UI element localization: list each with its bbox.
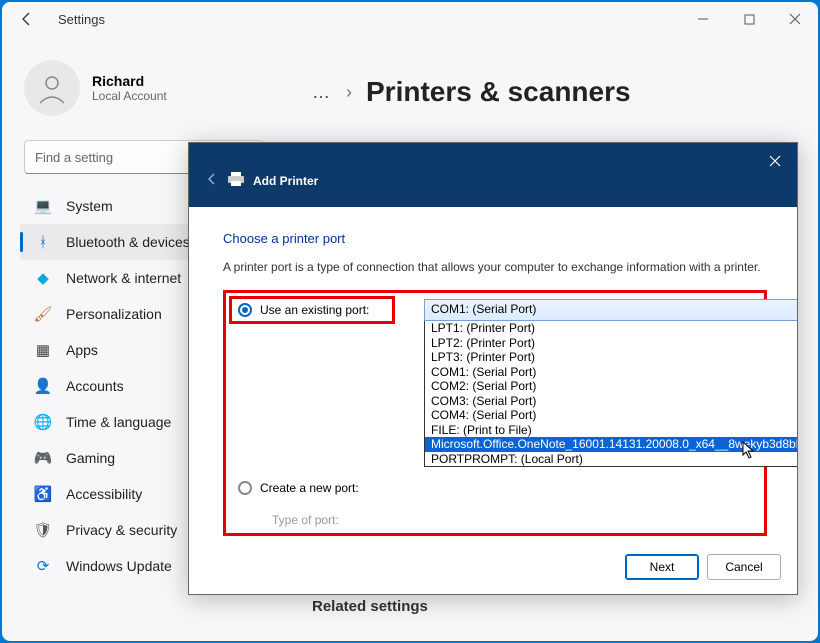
radio-icon: [238, 303, 252, 317]
radio-label: Use an existing port:: [260, 303, 369, 317]
nav-icon: ▦: [34, 341, 52, 359]
port-option[interactable]: LPT1: (Printer Port): [425, 321, 797, 336]
window-title: Settings: [58, 12, 105, 27]
avatar: [24, 60, 80, 116]
radio-label: Create a new port:: [260, 481, 359, 495]
nav-icon: ⟳: [34, 557, 52, 575]
page-title: Printers & scanners: [366, 76, 631, 108]
nav-label: Network & internet: [66, 270, 181, 286]
chevron-right-icon: ›: [346, 82, 352, 103]
minimize-icon: [697, 13, 709, 25]
port-option[interactable]: PORTPROMPT: (Local Port): [425, 452, 797, 467]
port-dropdown-wrap: COM1: (Serial Port) LPT1: (Printer Port)…: [424, 299, 797, 467]
port-option[interactable]: COM3: (Serial Port): [425, 394, 797, 409]
dialog-description: A printer port is a type of connection t…: [223, 260, 767, 274]
user-subtitle: Local Account: [92, 89, 167, 103]
port-option[interactable]: Microsoft.Office.OneNote_16001.14131.200…: [425, 437, 797, 452]
breadcrumb-overflow[interactable]: …: [312, 82, 332, 103]
nav-icon: ♿: [34, 485, 52, 503]
port-option[interactable]: LPT2: (Printer Port): [425, 336, 797, 351]
port-option[interactable]: COM1: (Serial Port): [425, 365, 797, 380]
dialog-back-icon[interactable]: [205, 172, 219, 189]
nav-label: Apps: [66, 342, 98, 358]
close-icon: [769, 155, 781, 167]
breadcrumb: … › Printers & scanners: [312, 76, 788, 108]
port-option[interactable]: COM4: (Serial Port): [425, 408, 797, 423]
user-icon: [35, 71, 69, 105]
radio-use-existing-port[interactable]: Use an existing port:: [232, 299, 392, 321]
dialog-body: Choose a printer port A printer port is …: [189, 207, 797, 544]
nav-label: Accessibility: [66, 486, 142, 502]
nav-icon: 👤: [34, 377, 52, 395]
user-name: Richard: [92, 73, 167, 89]
port-combobox[interactable]: COM1: (Serial Port): [424, 299, 797, 321]
dialog-footer: Next Cancel: [189, 544, 797, 594]
dialog-titlebar: Add Printer: [189, 143, 797, 207]
radio-create-new-port[interactable]: Create a new port:: [232, 477, 414, 499]
dialog-heading: Choose a printer port: [223, 231, 767, 246]
close-icon: [789, 13, 801, 25]
maximize-button[interactable]: [726, 2, 772, 36]
search-placeholder: Find a setting: [35, 150, 113, 165]
dialog-title: Add Printer: [253, 174, 318, 188]
nav-icon: ◆: [34, 269, 52, 287]
nav-icon: ᚼ: [34, 233, 52, 251]
nav-label: Privacy & security: [66, 522, 177, 538]
nav-icon: 🛡: [34, 521, 52, 539]
titlebar: Settings: [2, 2, 818, 36]
close-button[interactable]: [772, 2, 818, 36]
port-dropdown-list[interactable]: LPT1: (Printer Port)LPT2: (Printer Port)…: [424, 320, 797, 467]
cancel-button[interactable]: Cancel: [707, 554, 781, 580]
nav-label: Accounts: [66, 378, 124, 394]
back-button[interactable]: [12, 4, 42, 34]
next-button[interactable]: Next: [625, 554, 699, 580]
user-info[interactable]: Richard Local Account: [20, 60, 274, 116]
nav-label: System: [66, 198, 113, 214]
nav-label: Bluetooth & devices: [66, 234, 190, 250]
minimize-button[interactable]: [680, 2, 726, 36]
port-option[interactable]: COM2: (Serial Port): [425, 379, 797, 394]
dialog-close-button[interactable]: [761, 147, 789, 175]
nav-icon: 💻: [34, 197, 52, 215]
port-option[interactable]: FILE: (Print to File): [425, 423, 797, 438]
related-settings-heading: Related settings: [312, 598, 788, 615]
nav-label: Windows Update: [66, 558, 172, 574]
nav-icon: 🎮: [34, 449, 52, 467]
window-controls: [680, 2, 818, 36]
port-option[interactable]: LPT3: (Printer Port): [425, 350, 797, 365]
combobox-value: COM1: (Serial Port): [431, 302, 536, 316]
nav-label: Time & language: [66, 414, 171, 430]
highlight-box: Use an existing port: COM1: (Serial Port…: [223, 290, 767, 536]
type-of-port-label: Type of port:: [232, 509, 414, 527]
printer-icon: [227, 171, 245, 190]
maximize-icon: [744, 14, 755, 25]
arrow-left-icon: [19, 11, 35, 27]
nav-label: Gaming: [66, 450, 115, 466]
nav-icon: 🖌: [34, 305, 52, 323]
add-printer-dialog: Add Printer Choose a printer port A prin…: [188, 142, 798, 595]
nav-icon: 🌐: [34, 413, 52, 431]
nav-label: Personalization: [66, 306, 162, 322]
radio-icon: [238, 481, 252, 495]
